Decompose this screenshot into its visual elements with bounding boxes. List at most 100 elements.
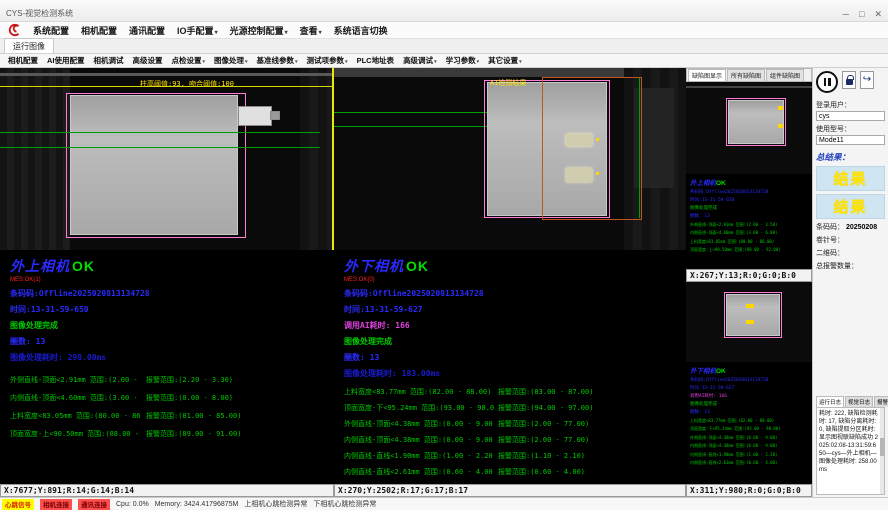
- status-bar: 心跳信号 相机连接 通讯连接 Cpu: 0.0% Memory: 3424.41…: [0, 497, 888, 510]
- tool-ai-usage-config[interactable]: AI使用配置: [47, 55, 85, 66]
- tab-run-image[interactable]: 运行图像: [4, 38, 54, 53]
- log-text: 耗时: 222, 缺陷检测耗时: 17, 缺陷分离耗时: 0, 缺陷提取分区耗时…: [819, 411, 878, 473]
- tool-plc-address-table[interactable]: PLC地址表: [357, 55, 395, 66]
- camera-result-title: 外下相机OK: [690, 365, 808, 375]
- product-block: [726, 294, 780, 336]
- close-icon[interactable]: ✕: [874, 10, 882, 19]
- lower-camera-image[interactable]: AI检测结果: [334, 68, 686, 250]
- tab-alarm-log[interactable]: 报警日志: [874, 396, 888, 407]
- minimize-icon[interactable]: ─: [843, 10, 849, 19]
- thumb1-image[interactable]: [686, 82, 812, 174]
- mes-status: MES:OK(1): [10, 277, 324, 283]
- tool-camera-debug[interactable]: 相机调试: [94, 55, 124, 66]
- logout-button[interactable]: ↪: [860, 71, 874, 89]
- measurement-row: 上料宽度<83.05mm 范围:(80.00 - 86.00)报警范围:(81.…: [10, 411, 324, 421]
- barcode-line: 条码码:Offline2025020813134728: [344, 288, 676, 299]
- defect-view-tabs: 缺陷图显示 所有缺陷图 组件缺陷图: [686, 68, 812, 82]
- lock-button[interactable]: [842, 71, 856, 89]
- window-controls: ─ □ ✕: [843, 10, 882, 19]
- menu-language-switch[interactable]: 系统语言切换: [334, 24, 388, 37]
- thumb1-result-text: 外上相机OK 条码码:Offline2025020813134728 时间:13…: [686, 174, 812, 269]
- tool-advanced-settings[interactable]: 高级设置: [133, 55, 163, 66]
- defect-thumbnail-column: 缺陷图显示 所有缺陷图 组件缺陷图 外上相机OK 条码码:Offline2025…: [686, 68, 812, 497]
- camera-connection-badge: 相机连接: [40, 499, 72, 510]
- tool-other-settings[interactable]: 其它设置▾: [488, 55, 522, 66]
- camera-result-title: 外下相机OK: [344, 256, 676, 276]
- measurement-list: 上料宽度<83.77mm 范围:(82.00 - 88.00)报警范围:(83.…: [344, 387, 676, 477]
- mes-status: MES:OK(0): [344, 277, 676, 283]
- heartbeat-status-badge: 心跳信号: [2, 499, 34, 510]
- tool-baseline-params[interactable]: 基准线参数▾: [257, 55, 298, 66]
- machinery-texture: [0, 68, 70, 250]
- tab-component-defects[interactable]: 组件缺陷图: [766, 69, 804, 81]
- machine-rail: [686, 86, 812, 88]
- product-block: [70, 95, 238, 235]
- measurement-row: 外侧直线-顶面<2.91mm 范围:(2.00 - 3.50): [690, 222, 808, 228]
- upper-camera-image[interactable]: 柱高阈值:93, 吻合阈值:100: [0, 68, 334, 250]
- connector-tab: [238, 106, 272, 126]
- machinery-texture: [300, 68, 332, 250]
- tool-advanced-debug[interactable]: 高级调试▾: [403, 55, 437, 66]
- tool-camera-config[interactable]: 相机配置: [8, 55, 38, 66]
- bottom-margin: [0, 510, 888, 522]
- tool-spot-check[interactable]: 点检设置▾: [172, 55, 206, 66]
- thumb1-pixel-caption: X:267;Y:13;R:0;G:0;B:0: [686, 269, 812, 282]
- defect-speck: [596, 172, 599, 175]
- tab-all-defects[interactable]: 所有缺陷图: [727, 69, 765, 81]
- total-result-label: 总结果：: [816, 151, 885, 163]
- connector-tip: [270, 111, 280, 120]
- menu-io-config[interactable]: IO手配置▾: [177, 24, 218, 37]
- measurement-row: 内侧直线-直线<2.61mm 范围:(0.60 - 4.00): [690, 460, 808, 466]
- weld-spot: [566, 168, 592, 182]
- model-value[interactable]: Mode11: [816, 135, 885, 145]
- scrollbar-thumb[interactable]: [880, 438, 884, 456]
- defect-speck: [746, 320, 754, 324]
- ok-status: OK: [406, 258, 429, 274]
- thumb2-pixel-caption: X:311;Y:980;R:0;G:0;B:0: [686, 484, 812, 497]
- process-done-line: 图像处理完成: [344, 336, 676, 347]
- count-line: 圈数: 13: [344, 352, 676, 363]
- right-sidebar: ↪ 登录用户： cys 使用型号： Mode11 总结果： 结果 结果 条码码：…: [812, 68, 888, 497]
- time-line: 时间:13-31-59-627: [690, 385, 808, 391]
- thumb2-image[interactable]: [686, 282, 812, 362]
- menu-bar: 系统配置 相机配置 通讯配置 IO手配置▾ 光源控制配置▾ 查看▾ 系统语言切换: [0, 22, 888, 39]
- menu-light-config[interactable]: 光源控制配置▾: [230, 24, 288, 37]
- thumb2-result-text: 外下相机OK 条码码:Offline2025020813134728 时间:13…: [686, 362, 812, 484]
- menu-comm-config[interactable]: 通讯配置: [129, 24, 165, 37]
- tab-run-log[interactable]: 运行日志: [816, 396, 844, 407]
- camera-result-title: 外上相机OK: [10, 256, 324, 276]
- measurement-row: 内侧直线-顶面<4.38mm 范围:(0.00 - 9.00)报警范围:(2.0…: [344, 435, 676, 445]
- tool-test-item-params[interactable]: 测试项参数▾: [307, 55, 348, 66]
- menu-system-config[interactable]: 系统配置: [33, 24, 69, 37]
- measurement-row: 外侧直线-顶面<4.38mm 范围:(0.00 - 9.00): [690, 435, 808, 441]
- chevron-down-icon: ▾: [345, 59, 348, 65]
- pause-button[interactable]: [816, 71, 838, 93]
- chevron-down-icon: ▾: [434, 59, 437, 65]
- pause-icon: [824, 78, 827, 86]
- window-title: CYS-视觉检测系统: [6, 8, 73, 19]
- menu-view[interactable]: 查看▾: [300, 24, 322, 37]
- log-scrollbar[interactable]: [880, 408, 884, 494]
- login-user-value[interactable]: cys: [816, 111, 885, 121]
- needle-label: 卷针号：: [816, 237, 844, 244]
- count-line: 圈数: 13: [690, 213, 808, 219]
- tool-learning-params[interactable]: 学习参数▾: [446, 55, 480, 66]
- maximize-icon[interactable]: □: [859, 10, 864, 19]
- measurement-row: 顶面宽度-下<95.24mm 范围:(93.00 - 98.00): [690, 426, 808, 432]
- log-panel[interactable]: 耗时: 222, 缺陷检测耗时: 17, 缺陷分离耗时: 0, 缺陷提取分区耗时…: [816, 407, 885, 495]
- barcode-line: 条码码:Offline2025020813134728: [10, 288, 324, 299]
- chevron-down-icon: ▾: [477, 59, 480, 65]
- ai-result-overlay-label: AI检测结果: [490, 78, 526, 88]
- upper-camera-result-text: 外上相机OK MES:OK(1) 条码码:Offline202502081313…: [0, 250, 334, 484]
- tab-vision-log[interactable]: 视觉日志: [845, 396, 873, 407]
- comm-connection-badge: 通讯连接: [78, 499, 110, 510]
- tool-image-processing[interactable]: 图像处理▾: [214, 55, 248, 66]
- product-block: [728, 100, 784, 144]
- alarm-count-label: 总报警数量：: [816, 263, 858, 270]
- app-window: CYS-视觉检测系统 ─ □ ✕ 系统配置 相机配置 通讯配置 IO手配置▾ 光…: [0, 0, 888, 522]
- machine-rail: [0, 73, 332, 76]
- tab-defect-display[interactable]: 缺陷图显示: [688, 69, 726, 81]
- sidebar-buttons: ↪: [816, 71, 885, 93]
- qr-label: 二维码：: [816, 250, 844, 257]
- menu-camera-config[interactable]: 相机配置: [81, 24, 117, 37]
